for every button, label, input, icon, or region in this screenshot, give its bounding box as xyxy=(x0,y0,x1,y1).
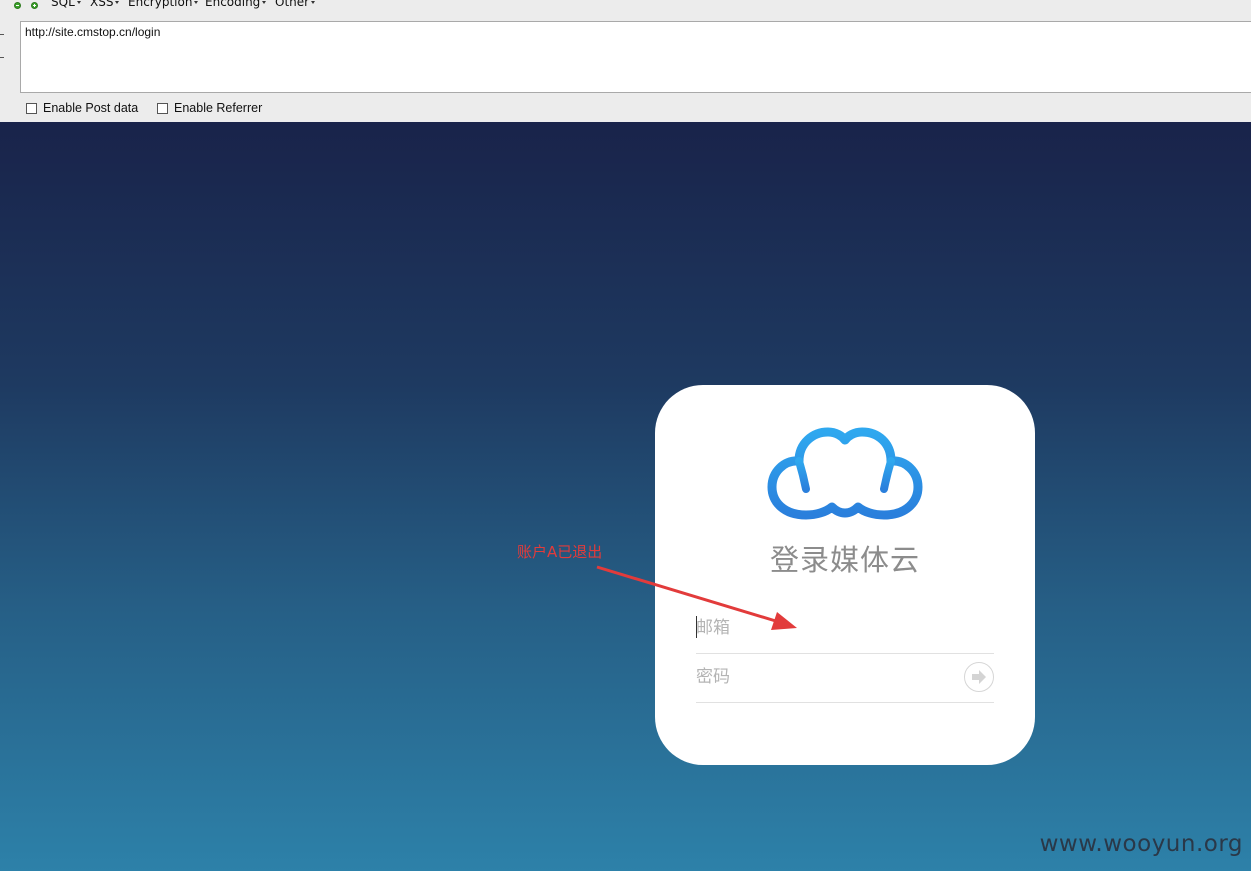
referrer-label: Enable Referrer xyxy=(174,101,263,115)
hackbar-panel: SQL XSS Encryption Encoding Other Enable… xyxy=(0,0,1251,123)
email-input[interactable] xyxy=(696,613,956,643)
url-textarea[interactable] xyxy=(20,21,1251,93)
menu-xss-label: XSS xyxy=(90,0,114,9)
password-input[interactable] xyxy=(696,662,956,692)
chevron-down-icon xyxy=(311,1,316,4)
menu-xss[interactable]: XSS xyxy=(90,0,120,9)
cloud-icon xyxy=(767,427,923,520)
login-submit-button[interactable] xyxy=(964,662,994,692)
post-data-label: Enable Post data xyxy=(43,101,139,115)
menu-encoding-label: Encoding xyxy=(205,0,261,9)
post-data-checkbox[interactable] xyxy=(26,103,37,114)
menu-other-label: Other xyxy=(275,0,310,9)
menu-encryption[interactable]: Encryption xyxy=(128,0,199,9)
menu-other[interactable]: Other xyxy=(275,0,316,9)
hackbar-menu: SQL XSS Encryption Encoding Other xyxy=(0,0,1251,12)
chevron-down-icon xyxy=(262,1,267,4)
chevron-down-icon xyxy=(115,1,120,4)
side-tick xyxy=(0,34,4,35)
annotation-text: 账户A已退出 xyxy=(517,543,603,561)
menu-sql[interactable]: SQL xyxy=(51,0,81,8)
email-field-row xyxy=(696,605,994,654)
watermark: www.wooyun.org xyxy=(1039,831,1243,857)
login-title: 登录媒体云 xyxy=(769,543,920,577)
login-page-background xyxy=(0,122,1251,871)
chevron-down-icon xyxy=(194,1,199,4)
text-cursor xyxy=(696,616,697,638)
menu-encryption-label: Encryption xyxy=(128,0,193,9)
menu-encoding[interactable]: Encoding xyxy=(205,0,267,9)
expand-url-icon[interactable] xyxy=(31,2,38,9)
login-card: 登录媒体云 xyxy=(655,385,1035,765)
side-tick xyxy=(0,57,4,58)
menu-sql-label: SQL xyxy=(51,0,75,9)
chevron-down-icon xyxy=(76,1,81,4)
password-field-row xyxy=(696,654,994,703)
screenshot-stage: SQL XSS Encryption Encoding Other Enable… xyxy=(0,0,1251,871)
enable-post-data-option[interactable]: Enable Post data xyxy=(26,101,138,115)
shrink-url-icon[interactable] xyxy=(14,2,21,9)
referrer-checkbox[interactable] xyxy=(157,103,168,114)
arrow-right-icon xyxy=(972,670,986,684)
enable-referrer-option[interactable]: Enable Referrer xyxy=(157,101,262,115)
